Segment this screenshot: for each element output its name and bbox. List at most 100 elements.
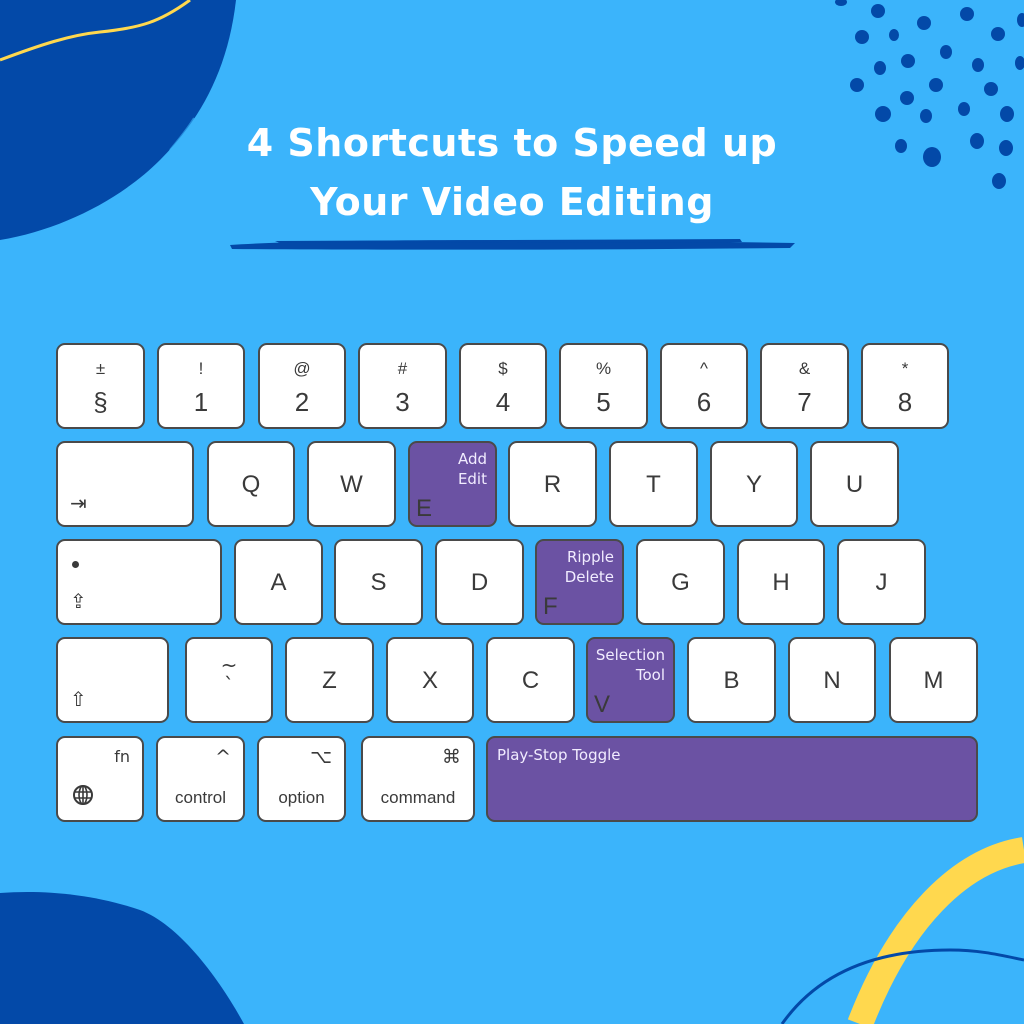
key-m[interactable]: M — [889, 637, 978, 723]
key-tilde-symbols: ~ ` — [220, 653, 238, 697]
key-top-symbol: % — [595, 359, 612, 378]
key-8[interactable]: * 8 — [861, 343, 949, 429]
fn-label: fn — [114, 747, 130, 766]
key-n[interactable]: N — [788, 637, 876, 723]
key-letter: V — [594, 691, 611, 718]
key-letter: C — [521, 667, 540, 694]
key-q[interactable]: Q — [207, 441, 295, 527]
key-option[interactable]: ⌥ option — [257, 736, 346, 822]
key-top-symbol: # — [397, 359, 408, 378]
caps-lock-icon: ⇪ — [70, 589, 87, 613]
key-letter: T — [646, 471, 661, 498]
key-letter: B — [723, 667, 740, 694]
key-letter: A — [270, 569, 287, 596]
key-letter: Q — [241, 471, 261, 498]
shortcut-key-play-stop[interactable]: Play-Stop Toggle — [486, 736, 978, 822]
key-caps-lock[interactable]: ⇪ — [56, 539, 222, 625]
key-control[interactable]: ^ control — [156, 736, 245, 822]
key-section[interactable]: ± § — [56, 343, 145, 429]
control-icon: ^ — [215, 746, 231, 768]
shortcut-key-ripple-delete[interactable]: Ripple Delete F — [535, 539, 624, 625]
key-backtick[interactable]: ~ ` — [185, 637, 273, 723]
shortcut-label: Add Edit — [457, 450, 487, 488]
key-w[interactable]: W — [307, 441, 396, 527]
key-2[interactable]: @ 2 — [258, 343, 346, 429]
key-top-symbol: $ — [498, 359, 508, 378]
key-label: control — [174, 788, 227, 807]
key-top-symbol: ^ — [700, 359, 708, 378]
key-1[interactable]: ! 1 — [157, 343, 245, 429]
key-4[interactable]: $ 4 — [459, 343, 547, 429]
key-h[interactable]: H — [737, 539, 825, 625]
key-bottom-symbol: 1 — [193, 387, 209, 417]
key-letter: W — [340, 471, 363, 498]
title-line-1: 4 Shortcuts to Speed up — [246, 121, 778, 165]
shortcut-key-selection-tool[interactable]: Selection Tool V — [586, 637, 675, 723]
key-5[interactable]: % 5 — [559, 343, 648, 429]
key-top-symbol: & — [798, 359, 811, 378]
shortcut-label: Ripple Delete — [564, 548, 614, 586]
bottom-left-blob — [0, 891, 244, 1024]
key-command[interactable]: ⌘ command — [361, 736, 475, 822]
key-top-symbol: ! — [198, 359, 204, 378]
key-letter: X — [421, 667, 438, 694]
shortcut-key-add-edit[interactable]: Add Edit E — [408, 441, 497, 527]
key-letter: H — [772, 569, 790, 596]
key-letter: R — [543, 471, 562, 498]
shortcut-label: Selection Tool — [595, 646, 665, 684]
key-letter: D — [470, 569, 489, 596]
key-b[interactable]: B — [687, 637, 776, 723]
key-7[interactable]: & 7 — [760, 343, 849, 429]
key-6[interactable]: ^ 6 — [660, 343, 748, 429]
key-z[interactable]: Z — [285, 637, 374, 723]
key-letter: U — [845, 471, 864, 498]
key-bottom-symbol: 3 — [395, 387, 410, 417]
infographic: 4 Shortcuts to Speed up Your Video Editi… — [0, 0, 1024, 1024]
key-bottom-symbol: 7 — [797, 387, 812, 417]
key-fn[interactable]: fn — [56, 736, 144, 822]
key-top-symbol: * — [901, 359, 909, 378]
key-letter: F — [543, 593, 558, 620]
key-bottom-symbol: § — [93, 387, 108, 417]
key-shift[interactable]: ⇧ — [56, 637, 169, 723]
key-bottom-symbol: 5 — [596, 387, 611, 417]
option-icon: ⌥ — [310, 746, 332, 768]
key-u[interactable]: U — [810, 441, 899, 527]
key-letter: G — [671, 569, 690, 596]
key-top-symbol: @ — [293, 359, 311, 378]
key-s[interactable]: S — [334, 539, 423, 625]
key-label: option — [278, 788, 325, 807]
key-bottom-symbol: 2 — [294, 387, 310, 417]
key-letter: N — [823, 667, 841, 694]
key-g[interactable]: G — [636, 539, 725, 625]
key-top-symbol: ± — [95, 359, 106, 378]
key-label: command — [380, 788, 456, 807]
key-letter: Z — [322, 667, 337, 694]
key-x[interactable]: X — [386, 637, 474, 723]
key-letter: J — [875, 569, 888, 596]
key-t[interactable]: T — [609, 441, 698, 527]
key-r[interactable]: R — [508, 441, 597, 527]
key-letter: M — [923, 667, 944, 694]
key-bottom-symbol: 6 — [696, 387, 712, 417]
key-tab[interactable]: ⇥ — [56, 441, 194, 527]
key-c[interactable]: C — [486, 637, 575, 723]
shortcut-label: Play-Stop Toggle — [497, 746, 621, 764]
key-bottom-symbol: 4 — [495, 387, 511, 417]
caps-lock-indicator — [72, 561, 79, 568]
key-y[interactable]: Y — [710, 441, 798, 527]
key-bottom-symbol: 8 — [897, 387, 913, 417]
shift-icon: ⇧ — [70, 687, 87, 711]
command-icon: ⌘ — [442, 746, 461, 768]
key-a[interactable]: A — [234, 539, 323, 625]
key-letter: Y — [745, 471, 762, 498]
tab-icon: ⇥ — [70, 491, 87, 515]
key-d[interactable]: D — [435, 539, 524, 625]
bottom-right-yellow-arc — [847, 837, 1024, 1024]
key-3[interactable]: # 3 — [358, 343, 447, 429]
key-letter: S — [370, 569, 387, 596]
key-letter: E — [416, 495, 433, 522]
globe-icon — [73, 785, 93, 805]
title-line-2: Your Video Editing — [310, 180, 714, 224]
key-j[interactable]: J — [837, 539, 926, 625]
